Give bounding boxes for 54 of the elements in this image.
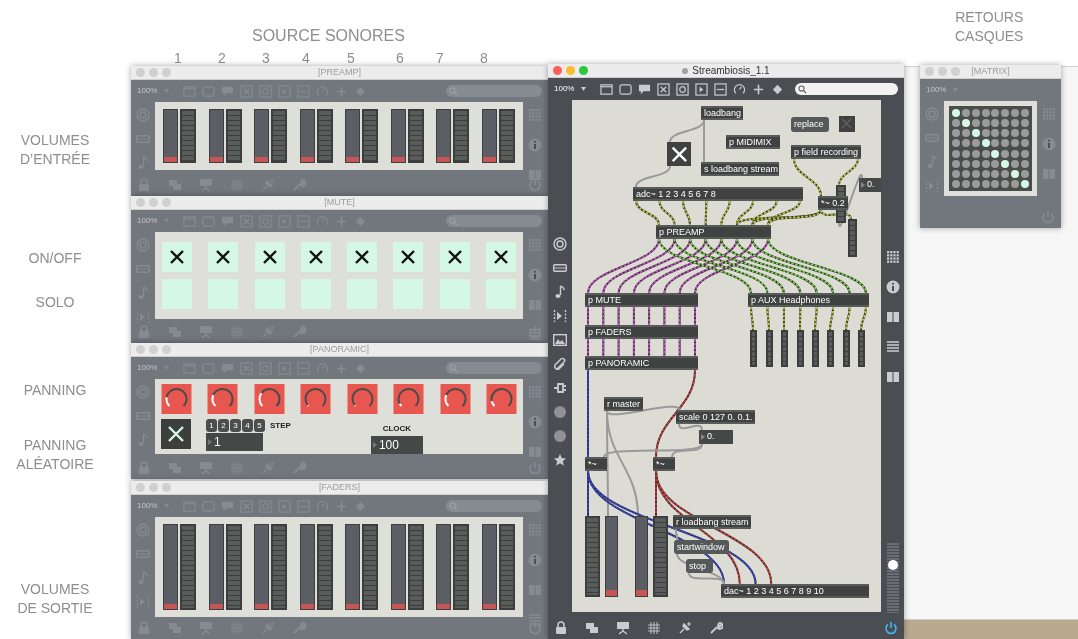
patcher-object[interactable]: adc~ 1 2 3 4 5 6 7 8 <box>633 187 803 201</box>
patcher-object[interactable]: p MIDIMIX <box>726 135 780 149</box>
channel-number: 4 <box>302 49 310 68</box>
number-box[interactable]: 0. <box>859 178 881 192</box>
channel-number: 8 <box>480 49 488 68</box>
annotation-label: RETOURS CASQUES <box>955 8 1024 46</box>
channel-number: 1 <box>174 49 182 68</box>
zoom-menu[interactable]: 100% <box>554 83 575 95</box>
step-tab[interactable]: 5 <box>254 419 265 432</box>
step-tab[interactable]: 4 <box>242 419 253 432</box>
annotation-label: VOLUMES D’ENTRÉE <box>19 131 91 169</box>
patcher-object[interactable]: dac~ 1 2 3 4 5 6 7 8 9 10 <box>721 584 869 598</box>
annotation-title: SOURCE SONORES <box>252 26 405 46</box>
annotation-label: PANNING <box>22 381 88 400</box>
annotation-label: SOLO <box>34 293 76 312</box>
patcher-object[interactable]: *~ 0.2 <box>818 196 848 210</box>
number-box[interactable]: 0. <box>699 430 733 444</box>
window-title: [PANORAMIC] <box>310 343 369 356</box>
step-tab[interactable]: 1 <box>206 419 217 432</box>
window-title: [MUTE] <box>324 196 355 209</box>
clock-label: CLOCK <box>382 423 412 435</box>
patcher-object[interactable]: loadbang <box>701 106 743 120</box>
window-title: [FADERS] <box>319 481 360 494</box>
patcher-object[interactable]: p AUX Headphones <box>748 293 869 307</box>
annotation-label: PANNING ALÉATOIRE <box>15 436 95 474</box>
patcher-object[interactable]: *~ <box>585 457 607 471</box>
channel-number: 6 <box>396 49 404 68</box>
message-box[interactable]: startwindow <box>674 540 729 554</box>
patcher-object[interactable]: p PANORAMIC <box>585 356 698 370</box>
patcher-object[interactable]: r loadbang stream <box>673 515 751 529</box>
step-tab[interactable]: 3 <box>230 419 241 432</box>
channel-number: 2 <box>218 49 226 68</box>
step-label: STEP <box>270 420 291 432</box>
window-title: [MATRIX] <box>971 65 1010 78</box>
channel-number: 7 <box>436 49 444 68</box>
patcher-object[interactable]: r master <box>604 397 643 411</box>
annotation-label: VOLUMES DE SORTIE <box>16 580 94 618</box>
patcher-object[interactable]: p PREAMP <box>656 225 771 239</box>
patcher-object[interactable]: p MUTE <box>585 293 698 307</box>
message-box[interactable]: stop <box>686 559 713 573</box>
patcher-object[interactable]: scale 0 127 0. 0.1. <box>676 410 755 424</box>
message-box[interactable]: replace <box>791 117 829 132</box>
window-title: Streambiosis_1.1 <box>692 64 770 78</box>
patcher-object[interactable]: p FADERS <box>585 325 698 339</box>
channel-number: 3 <box>262 49 270 68</box>
number-box[interactable]: 1 <box>206 433 263 451</box>
annotation-label: ON/OFF <box>27 249 83 268</box>
window-title: [PREAMP] <box>318 66 361 79</box>
patcher-object[interactable]: s loadbang stream <box>701 162 779 176</box>
step-tab[interactable]: 2 <box>218 419 229 432</box>
patcher-object[interactable]: *~ <box>653 457 675 471</box>
patcher-object[interactable]: p field recording <box>791 145 861 159</box>
channel-number: 5 <box>347 49 355 68</box>
number-box[interactable]: 100 <box>370 436 423 454</box>
